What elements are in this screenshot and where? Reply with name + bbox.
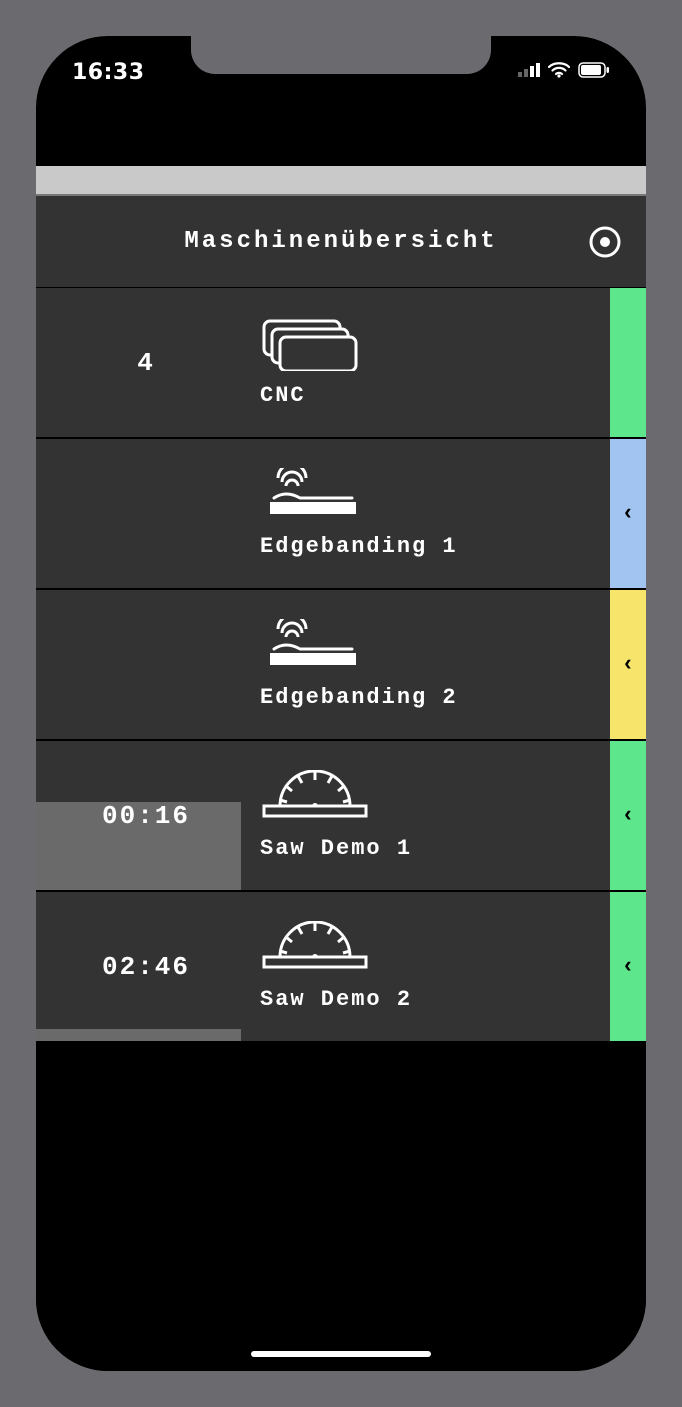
edgebanding-icon bbox=[260, 619, 610, 673]
machine-list: 4 CNC bbox=[36, 288, 646, 1043]
machine-row-saw-1[interactable]: 00:16 bbox=[36, 741, 646, 892]
status-tab[interactable]: ‹ bbox=[610, 590, 646, 739]
home-indicator[interactable] bbox=[251, 1351, 431, 1357]
status-tab[interactable] bbox=[610, 288, 646, 437]
drag-handle-strip[interactable] bbox=[36, 166, 646, 196]
machine-timer bbox=[36, 590, 256, 739]
wifi-icon bbox=[548, 62, 570, 83]
machine-label: CNC bbox=[260, 383, 610, 408]
record-icon bbox=[588, 225, 622, 259]
phone-frame: 16:33 bbox=[18, 18, 664, 1389]
status-time: 16:33 bbox=[72, 60, 145, 85]
page-header: Maschinenübersicht bbox=[36, 196, 646, 288]
saw-icon bbox=[260, 921, 610, 975]
machine-label: Edgebanding 1 bbox=[260, 534, 610, 559]
edgebanding-icon bbox=[260, 468, 610, 522]
status-tab[interactable]: ‹ bbox=[610, 892, 646, 1041]
chevron-left-icon: ‹ bbox=[621, 954, 634, 979]
machine-label: Saw Demo 1 bbox=[260, 836, 610, 861]
machine-timer bbox=[36, 439, 256, 588]
machine-timer: 02:46 bbox=[36, 892, 256, 1041]
app-content: Maschinenübersicht 4 bbox=[36, 166, 646, 1371]
machine-timer: 00:16 bbox=[36, 741, 256, 890]
battery-icon bbox=[578, 62, 610, 83]
page-title: Maschinenübersicht bbox=[184, 228, 497, 255]
machine-label: Edgebanding 2 bbox=[260, 685, 610, 710]
machine-count: 4 bbox=[36, 288, 256, 437]
stack-icon bbox=[260, 317, 610, 371]
machine-row-cnc[interactable]: 4 CNC bbox=[36, 288, 646, 439]
chevron-left-icon: ‹ bbox=[621, 803, 634, 828]
cell-signal-icon bbox=[518, 63, 540, 82]
status-icons bbox=[518, 62, 610, 83]
machine-row-saw-2[interactable]: 02:46 bbox=[36, 892, 646, 1043]
saw-icon bbox=[260, 770, 610, 824]
record-button[interactable] bbox=[588, 225, 622, 259]
machine-label: Saw Demo 2 bbox=[260, 987, 610, 1012]
notch bbox=[191, 36, 491, 74]
status-tab[interactable]: ‹ bbox=[610, 741, 646, 890]
machine-row-edgebanding-1[interactable]: Edgebanding 1 ‹ bbox=[36, 439, 646, 590]
chevron-left-icon: ‹ bbox=[621, 652, 634, 677]
machine-row-edgebanding-2[interactable]: Edgebanding 2 ‹ bbox=[36, 590, 646, 741]
status-tab[interactable]: ‹ bbox=[610, 439, 646, 588]
chevron-left-icon: ‹ bbox=[621, 501, 634, 526]
